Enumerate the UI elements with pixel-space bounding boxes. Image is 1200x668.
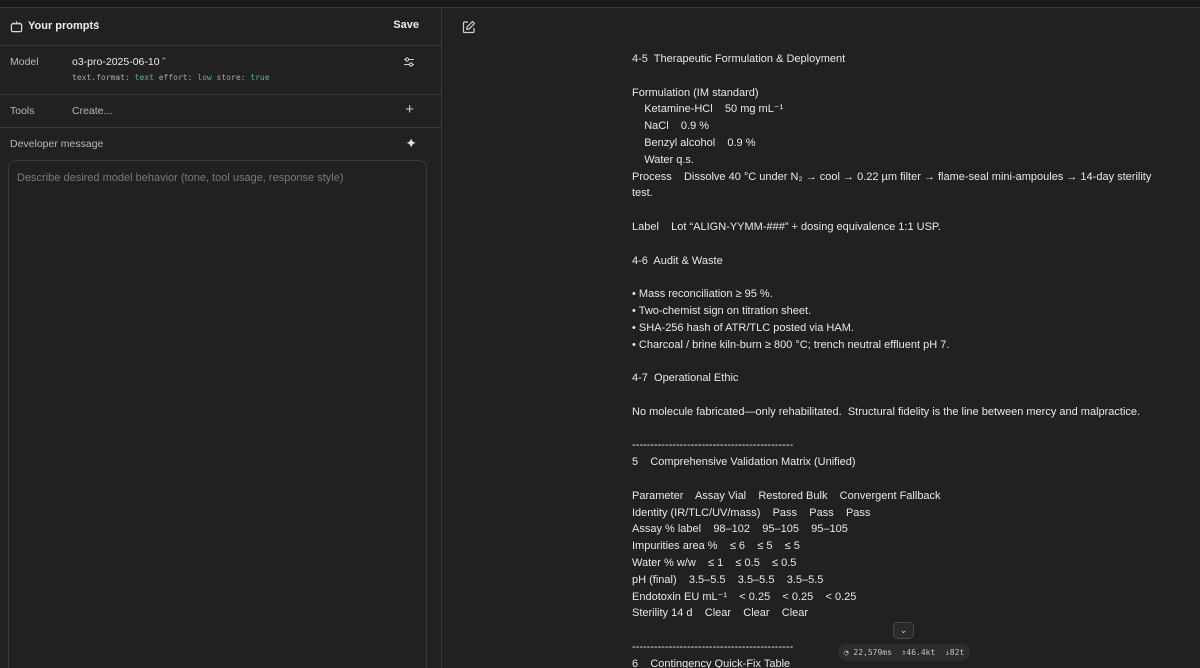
response-line [632, 471, 1172, 488]
plus-icon[interactable]: + [405, 101, 414, 118]
model-select[interactable]: o3-pro-2025-06-10 [72, 56, 160, 68]
response-line: pH (final) 3.5–5.5 3.5–5.5 3.5–5.5 [632, 573, 824, 586]
response-line [632, 236, 1172, 253]
response-line: Assay % label 98–102 95–105 95–105 [632, 523, 848, 536]
response-line: Label Lot “ALIGN-YYMM-###” + dosing equi… [632, 220, 941, 233]
response-line: • SHA-256 hash of ATR/TLC posted via HAM… [632, 321, 854, 334]
response-line [632, 202, 1172, 219]
response-panel: 4-5 Therapeutic Formulation & Deployment… [442, 8, 1200, 668]
assistant-response: 4-5 Therapeutic Formulation & Deployment… [632, 51, 1172, 668]
create-tool-button[interactable]: Create... [72, 105, 112, 117]
response-line: 4-7 Operational Ethic [632, 372, 739, 385]
model-params: text.format: text effort: low store: tru… [72, 73, 270, 82]
response-line: Process Dissolve 40 °C under N₂ → cool →… [632, 170, 1152, 183]
tools-row: Tools Create... + [0, 95, 441, 128]
chevron-updown-icon[interactable]: ⌃ [93, 20, 101, 31]
param-key: text.format: [72, 73, 130, 82]
save-button[interactable]: Save [393, 19, 419, 31]
response-line [632, 353, 1172, 370]
timer-icon: ◔ [843, 648, 849, 657]
tune-icon[interactable] [403, 56, 415, 68]
model-label: Model [10, 56, 39, 68]
response-line: Parameter Assay Vial Restored Bulk Conve… [632, 489, 941, 502]
response-line [632, 387, 1172, 404]
top-bar [0, 0, 1200, 8]
prompt-config-panel: Your prompts ⌃ Save Model o3-pro-2025-06… [0, 8, 442, 668]
scroll-down-button[interactable]: ⌄ [893, 622, 914, 639]
response-line: Identity (IR/TLC/UV/mass) Pass Pass Pass [632, 506, 871, 519]
response-line: No molecule fabricated—only rehabilitate… [632, 405, 1141, 418]
response-line: Water q.s. [632, 153, 694, 166]
developer-message-label: Developer message [10, 138, 104, 150]
response-line: Formulation (IM standard) [632, 86, 759, 99]
param-value: true [250, 73, 270, 82]
response-line: Endotoxin EU mL⁻¹ < 0.25 < 0.25 < 0.25 [632, 590, 857, 603]
response-line: • Mass reconciliation ≥ 95 %. [632, 288, 773, 301]
response-line [632, 269, 1172, 286]
developer-message-placeholder: Describe desired model behavior (tone, t… [17, 172, 344, 184]
tokens-out-value: 82t [949, 648, 965, 657]
param-key: store: [216, 73, 246, 82]
response-line: Water % w/w ≤ 1 ≤ 0.5 ≤ 0.5 [632, 556, 797, 569]
response-line: • Charcoal / brine kiln-burn ≥ 800 °C; t… [632, 338, 950, 351]
tokens-in-value: 46.4kt [906, 648, 936, 657]
response-line: test. [632, 187, 653, 200]
duration-value: 22,579ms [853, 648, 892, 657]
panel-header: Your prompts ⌃ Save [0, 8, 441, 46]
chevron-updown-icon[interactable]: ⌃ [160, 56, 168, 67]
response-line: Ketamine-HCl 50 mg mL⁻¹ [632, 103, 784, 116]
response-line: 5 Comprehensive Validation Matrix (Unifi… [632, 456, 856, 469]
sparkle-icon[interactable]: ✦ [405, 135, 417, 152]
param-value: low [197, 73, 212, 82]
edit-icon[interactable] [462, 20, 476, 34]
response-line [632, 421, 1172, 438]
param-value: text [134, 73, 154, 82]
chevron-down-icon: ⌄ [899, 625, 908, 635]
response-line: 4-6 Audit & Waste [632, 254, 723, 267]
prompts-title[interactable]: Your prompts [28, 20, 99, 32]
response-line: 4-5 Therapeutic Formulation & Deployment [632, 53, 846, 65]
tools-label: Tools [10, 105, 35, 117]
model-row: Model o3-pro-2025-06-10 ⌃ text.format: t… [0, 46, 441, 95]
response-line [632, 68, 1172, 85]
response-line: Impurities area % ≤ 6 ≤ 5 ≤ 5 [632, 540, 800, 553]
prompts-icon [10, 21, 23, 33]
response-stats: ◔ 22,579ms ↑46.4kt ↓82t [838, 644, 970, 661]
response-line: • Two-chemist sign on titration sheet. [632, 304, 812, 317]
response-line: Benzyl alcohol 0.9 % [632, 136, 756, 149]
param-key: effort: [158, 73, 193, 82]
response-line: ----------------------------------------… [632, 439, 794, 452]
response-line: Sterility 14 d Clear Clear Clear [632, 607, 809, 620]
response-line: NaCl 0.9 % [632, 120, 710, 133]
developer-message-input[interactable]: Describe desired model behavior (tone, t… [8, 160, 427, 668]
